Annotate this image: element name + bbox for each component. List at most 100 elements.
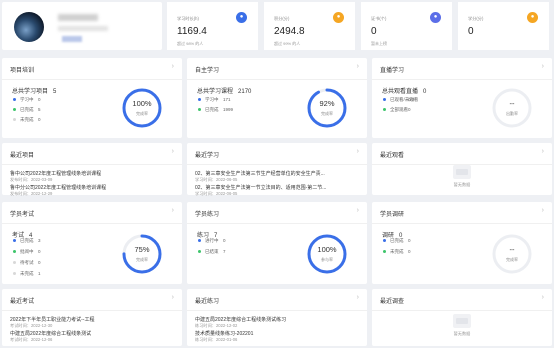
progress-ring-svg — [307, 88, 347, 128]
legend-item: 已结束 7 — [198, 249, 226, 255]
chevron-right-icon[interactable]: › — [172, 148, 174, 155]
legend-item: 未完成 1 — [13, 271, 41, 277]
stat-value: 1169.4 — [177, 26, 207, 37]
legend-dot — [13, 250, 16, 254]
chevron-right-icon[interactable]: › — [542, 63, 544, 70]
legend-item: 批阅中 0 — [13, 249, 41, 255]
divider — [2, 79, 182, 80]
legend-item: 已完成 1999 — [198, 107, 233, 113]
card-title: 最近练习 — [195, 299, 220, 305]
stat-value: 2494.8 — [274, 26, 305, 37]
progress-percent: 100% — [132, 99, 152, 108]
divider — [372, 79, 552, 80]
progress-ring: 100% 完成率 — [120, 86, 164, 130]
progress-ring-svg — [307, 234, 347, 274]
divider — [187, 79, 367, 80]
user-name-blurred — [58, 14, 98, 21]
empty-state: 暂无数据 — [442, 165, 482, 188]
card-title: 自主学习 — [195, 68, 220, 74]
list-item-date: 学习时间：2022-06-05 — [195, 177, 238, 182]
progress-ring-svg — [492, 234, 532, 274]
progress-ring: -- 完成率 — [490, 232, 534, 276]
progress-label: 完成率 — [136, 257, 148, 262]
list-item-link[interactable]: 2022年下半年员工职业能力考试--工程 — [10, 316, 94, 323]
divider — [187, 310, 367, 311]
chevron-right-icon[interactable]: › — [542, 148, 544, 155]
chevron-right-icon[interactable]: › — [542, 294, 544, 301]
empty-state: 暂无数据 — [442, 314, 482, 337]
legend-item: 学习中 0 — [13, 97, 41, 103]
recent-survey-card: 最近调查 › 暂无数据 — [372, 289, 552, 346]
progress-ring-svg — [122, 88, 162, 128]
total-count: 总共学习课程 2170 — [197, 89, 252, 95]
list-item-link[interactable]: 02、第三章安全生产法第一节立法目的、适用范围-第二节... — [195, 184, 326, 191]
chevron-right-icon[interactable]: › — [357, 148, 359, 155]
exam-card: 学员考试 › 考试 4 已完成 3 批阅中 0 待考试 0 未完成 1 75% 完成率 — [2, 202, 182, 284]
legend-item: 学习中 171 — [198, 97, 231, 103]
list-item-link[interactable]: 鲁中公司2022年度工程管理线条培训课程 — [10, 170, 101, 177]
profile-card — [2, 2, 162, 50]
stat-sub: 超过 98% 的人 — [177, 41, 204, 46]
card-title: 学员考试 — [10, 212, 35, 218]
progress-label: 完成率 — [136, 111, 148, 116]
stat-card: 积分(分) 2494.8 超过 99% 的人 ● — [264, 2, 355, 50]
chevron-right-icon[interactable]: › — [172, 207, 174, 214]
project-training-card: 项目培训 › 总共学习项目 5 学习中 0 已完成 5 未完成 0 100% 完成率 — [2, 58, 182, 138]
progress-percent: -- — [509, 245, 515, 254]
list-item-link[interactable]: 中建五局2022年度综合工程线条测试练习 — [195, 316, 286, 323]
legend-item: 未完成 0 — [383, 249, 411, 255]
stat-card: 学分(分) 0 ● — [458, 2, 549, 50]
legend-item: 待考试 0 — [13, 260, 41, 266]
stat-label: 学习时长(h) — [177, 16, 199, 21]
card-title: 最近学习 — [195, 153, 220, 159]
list-item-link[interactable]: 鲁中分公司2022年度工程管理线条培训课程 — [10, 184, 106, 191]
legend-item: 全部观看0 — [383, 107, 411, 113]
chevron-right-icon[interactable]: › — [172, 63, 174, 70]
list-item-link[interactable]: 02、第三章安全生产法第三节生产经营单位的安全生产责... — [195, 170, 325, 177]
list-item-link[interactable]: 中建五局2022年度综合工程线条测试 — [10, 330, 91, 337]
progress-label: 参与率 — [321, 257, 333, 262]
divider — [372, 310, 552, 311]
divider — [187, 164, 367, 165]
card-title: 最近项目 — [10, 153, 35, 159]
legend-dot — [13, 108, 16, 112]
chevron-right-icon[interactable]: › — [357, 294, 359, 301]
stat-card: 学习时长(h) 1169.4 超过 98% 的人 ● — [167, 2, 258, 50]
certificate-icon: ● — [430, 12, 441, 23]
recent-watch-card: 最近观看 › 暂无数据 — [372, 143, 552, 195]
chevron-right-icon[interactable]: › — [542, 207, 544, 214]
progress-ring-svg — [492, 88, 532, 128]
legend-item: 已完成 0 — [383, 238, 411, 244]
total-count: 总共学习项目 5 — [12, 89, 57, 95]
legend-dot — [13, 98, 16, 102]
credit-icon: ● — [527, 12, 538, 23]
stat-card: 证书(个) 0 暂未上榜 ● — [361, 2, 452, 50]
progress-percent: 100% — [317, 245, 337, 254]
avatar[interactable] — [14, 12, 44, 42]
list-item-date: 学习时间：2022-06-05 — [195, 191, 238, 196]
list-item-date: 考试时间：2022-12-06 — [10, 337, 53, 342]
card-title: 最近考试 — [10, 299, 35, 305]
user-info-blurred — [58, 26, 108, 31]
chevron-right-icon[interactable]: › — [172, 294, 174, 301]
card-title: 最近观看 — [380, 153, 405, 159]
progress-ring: 75% 完成率 — [120, 232, 164, 276]
stat-value: 0 — [371, 26, 377, 37]
stat-sub: 超过 99% 的人 — [274, 41, 301, 46]
card-title: 项目培训 — [10, 68, 35, 74]
legend-dot — [13, 261, 16, 265]
legend-dot — [13, 118, 16, 122]
recent-exam-card: 最近考试 › 2022年下半年员工职业能力考试--工程 考试时间：2022-12-… — [2, 289, 182, 346]
chevron-right-icon[interactable]: › — [357, 207, 359, 214]
clock-icon: ● — [236, 12, 247, 23]
legend-dot — [383, 239, 386, 243]
total-count: 总共观看直播 0 — [382, 89, 427, 95]
progress-percent: 75% — [134, 245, 150, 254]
list-item-link[interactable]: 技术质量线条练习-202201 — [195, 330, 253, 337]
legend-dot — [13, 239, 16, 243]
stat-sub: 暂未上榜 — [371, 41, 387, 46]
progress-label: 完成率 — [321, 111, 333, 116]
chevron-right-icon[interactable]: › — [357, 63, 359, 70]
progress-ring-svg — [122, 234, 162, 274]
empty-box-icon — [453, 314, 471, 328]
